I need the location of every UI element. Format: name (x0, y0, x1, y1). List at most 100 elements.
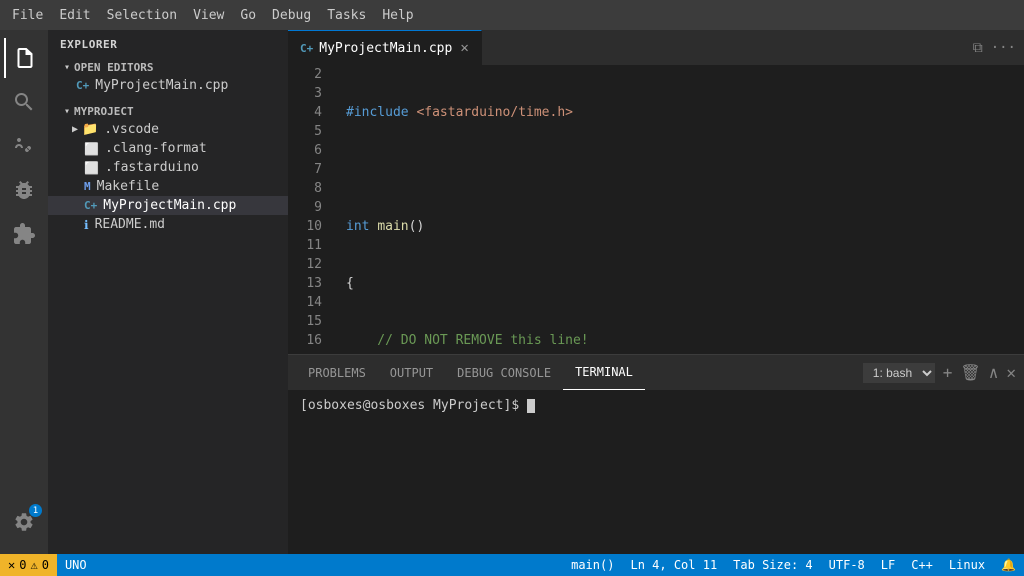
close-panel-button[interactable]: ✕ (1006, 363, 1016, 382)
status-right: main() Ln 4, Col 11 Tab Size: 4 UTF-8 LF… (563, 554, 1024, 576)
panel-tabs: PROBLEMS OUTPUT DEBUG CONSOLE TERMINAL 1… (288, 355, 1024, 390)
line-ending-item[interactable]: LF (873, 554, 903, 576)
encoding-label: UTF-8 (829, 558, 865, 572)
open-editors-label: OPEN EDITORS (74, 61, 153, 74)
vscode-folder[interactable]: ▶ 📁 .vscode (48, 120, 288, 139)
encoding-item[interactable]: UTF-8 (821, 554, 873, 576)
fastarduino-name: .fastarduino (105, 160, 199, 175)
makefile-name: Makefile (97, 179, 160, 194)
makefile-icon: M (84, 180, 91, 193)
open-editors-arrow: ▾ (64, 62, 70, 73)
menu-selection[interactable]: Selection (99, 4, 185, 27)
cpp-file-icon: C+ (76, 79, 89, 92)
warning-icon: ⚠ (30, 558, 37, 572)
project-arrow: ▾ (64, 106, 70, 117)
tabbar: C+ MyProjectMain.cpp ✕ ⧉ ··· (288, 30, 1024, 65)
myprojectmain-name: MyProjectMain.cpp (103, 198, 236, 213)
bell-icon: 🔔 (1001, 558, 1016, 572)
terminal-prompt: [osboxes@osboxes MyProject]$ (300, 398, 527, 413)
myprojectmain-file[interactable]: C+ MyProjectMain.cpp (48, 196, 288, 215)
board-item[interactable]: UNO (57, 554, 95, 576)
output-tab[interactable]: OUTPUT (378, 355, 445, 390)
menu-go[interactable]: Go (232, 4, 264, 27)
readme-file[interactable]: ℹ README.md (48, 215, 288, 234)
open-file-myprojectmain[interactable]: C+ MyProjectMain.cpp (48, 76, 288, 95)
add-terminal-button[interactable]: + (943, 363, 953, 382)
function-item[interactable]: main() (563, 554, 622, 576)
tab-size-label: Tab Size: 4 (733, 558, 812, 572)
menu-debug[interactable]: Debug (264, 4, 319, 27)
error-icon: ✕ (8, 558, 15, 572)
more-actions-icon[interactable]: ··· (991, 40, 1016, 56)
readme-name: README.md (95, 217, 165, 232)
fastarduino-file-icon: ⬜ (84, 161, 99, 175)
problems-tab[interactable]: PROBLEMS (296, 355, 378, 390)
sidebar: EXPLORER ▾ OPEN EDITORS C+ MyProjectMain… (48, 30, 288, 554)
status-errors-warnings[interactable]: ✕ 0 ⚠ 0 (0, 554, 57, 576)
status-left: ✕ 0 ⚠ 0 UNO (0, 554, 95, 576)
editor-area: C+ MyProjectMain.cpp ✕ ⧉ ··· 2 3 4 5 6 7… (288, 30, 1024, 554)
split-editor-icon[interactable]: ⧉ (973, 40, 983, 56)
platform-label: Linux (949, 558, 985, 572)
clang-file-icon: ⬜ (84, 142, 99, 156)
readme-icon: ℹ (84, 218, 89, 232)
platform-item[interactable]: Linux (941, 554, 993, 576)
language-label: C++ (911, 558, 933, 572)
project-label: MYPROJECT (74, 105, 134, 118)
terminal-cursor (527, 399, 535, 413)
main-cpp-icon: C+ (84, 199, 97, 212)
source-control-activity-icon[interactable] (4, 126, 44, 166)
tab-cpp-icon: C+ (300, 42, 313, 55)
clang-format-name: .clang-format (105, 141, 207, 156)
tab-filename: MyProjectMain.cpp (319, 41, 452, 56)
kill-terminal-button[interactable]: 🗑 (960, 363, 980, 382)
statusbar: ✕ 0 ⚠ 0 UNO main() Ln 4, Col 11 Tab Size… (0, 554, 1024, 576)
terminal-select[interactable]: 1: bash (863, 363, 935, 383)
editor-content[interactable]: 2 3 4 5 6 7 8 9 10 11 12 13 14 15 16 #in… (288, 65, 1024, 354)
open-file-name: MyProjectMain.cpp (95, 78, 228, 93)
line-numbers: 2 3 4 5 6 7 8 9 10 11 12 13 14 15 16 (288, 65, 338, 354)
terminal-content[interactable]: [osboxes@osboxes MyProject]$ (288, 390, 1024, 554)
code-editor[interactable]: #include <fastarduino/time.h> int main()… (338, 65, 1010, 354)
debug-activity-icon[interactable] (4, 170, 44, 210)
settings-activity-icon[interactable]: 1 (4, 502, 44, 542)
search-activity-icon[interactable] (4, 82, 44, 122)
tab-actions: ⧉ ··· (973, 30, 1024, 65)
panel-actions: 1: bash + 🗑 ∧ ✕ (863, 355, 1016, 390)
main-area: 1 EXPLORER ▾ OPEN EDITORS C+ MyProjectMa… (0, 30, 1024, 554)
folder-icon: 📁 (82, 122, 98, 137)
tab-close-button[interactable]: ✕ (460, 40, 468, 56)
warning-count: 0 (42, 558, 49, 572)
bottom-panel: PROBLEMS OUTPUT DEBUG CONSOLE TERMINAL 1… (288, 354, 1024, 554)
vscode-arrow: ▶ (72, 124, 78, 135)
notification-item[interactable]: 🔔 (993, 554, 1024, 576)
project-section[interactable]: ▾ MYPROJECT (48, 103, 288, 120)
editor-scrollbar[interactable] (1010, 65, 1024, 354)
fastarduino-file[interactable]: ⬜ .fastarduino (48, 158, 288, 177)
position-item[interactable]: Ln 4, Col 11 (622, 554, 725, 576)
vscode-name: .vscode (104, 122, 159, 137)
activitybar-bottom: 1 (4, 502, 44, 546)
clang-format-file[interactable]: ⬜ .clang-format (48, 139, 288, 158)
extensions-activity-icon[interactable] (4, 214, 44, 254)
editor-tab-myprojectmain[interactable]: C+ MyProjectMain.cpp ✕ (288, 30, 482, 65)
menu-file[interactable]: File (4, 4, 51, 27)
activitybar: 1 (0, 30, 48, 554)
terminal-tab[interactable]: TERMINAL (563, 355, 645, 390)
error-count: 0 (19, 558, 26, 572)
explorer-activity-icon[interactable] (4, 38, 44, 78)
line-ending-label: LF (881, 558, 895, 572)
board-label: UNO (65, 558, 87, 572)
makefile-file[interactable]: M Makefile (48, 177, 288, 196)
position-label: Ln 4, Col 11 (630, 558, 717, 572)
collapse-panel-button[interactable]: ∧ (989, 363, 999, 382)
tab-size-item[interactable]: Tab Size: 4 (725, 554, 820, 576)
language-item[interactable]: C++ (903, 554, 941, 576)
menu-edit[interactable]: Edit (51, 4, 98, 27)
function-label: main() (571, 558, 614, 572)
open-editors-section[interactable]: ▾ OPEN EDITORS (48, 59, 288, 76)
menu-tasks[interactable]: Tasks (319, 4, 374, 27)
menu-view[interactable]: View (185, 4, 232, 27)
menu-help[interactable]: Help (374, 4, 421, 27)
debug-console-tab[interactable]: DEBUG CONSOLE (445, 355, 563, 390)
